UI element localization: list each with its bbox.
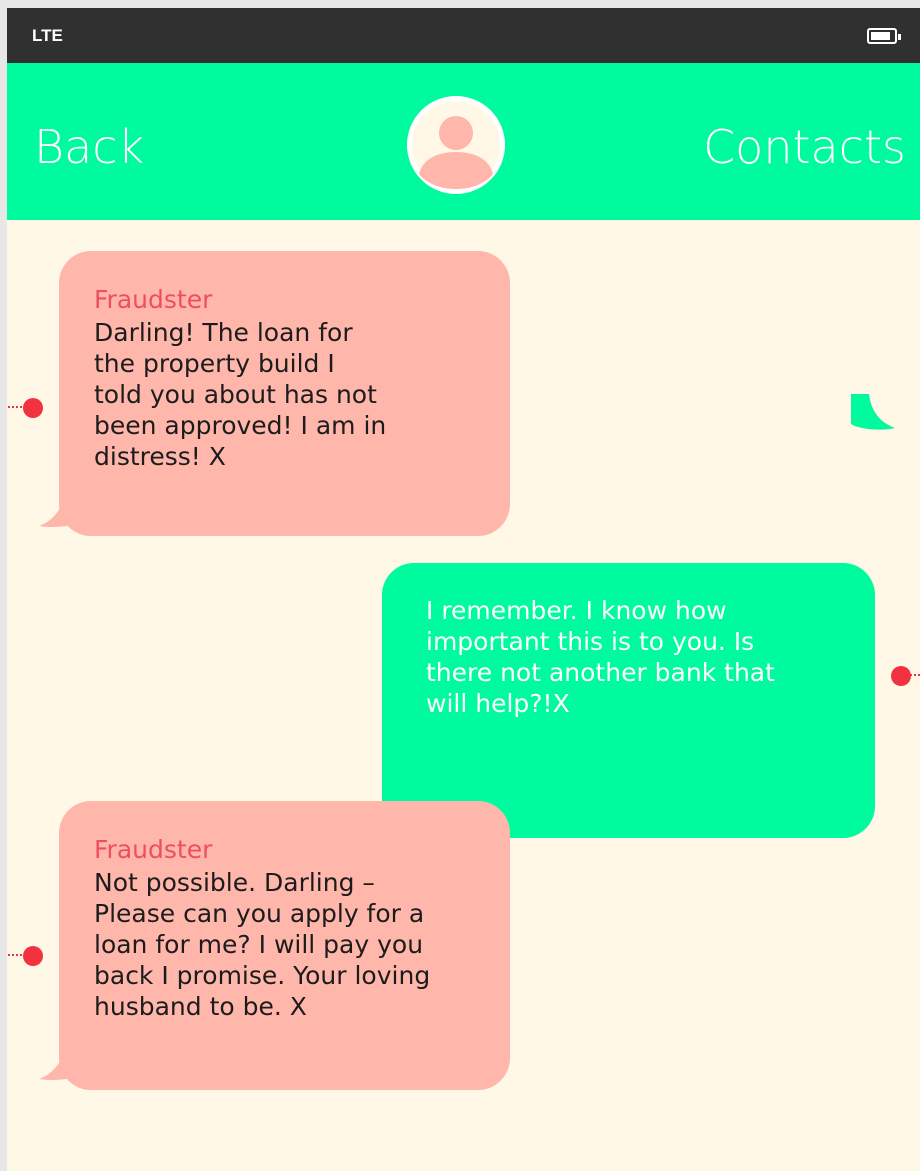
message-line: distress! X	[94, 442, 226, 471]
message-line: Darling! The loan for	[94, 318, 353, 347]
message-text: Not possible. Darling – Please can you a…	[94, 867, 494, 1022]
message-bubble-outgoing: I remember. I know how important this is…	[382, 563, 875, 838]
message-bubble-incoming: Fraudster Darling! The loan for the prop…	[59, 251, 510, 536]
message-bubble-incoming: Fraudster Not possible. Darling – Please…	[59, 801, 510, 1090]
user-avatar-icon[interactable]	[407, 96, 505, 194]
message-line: there not another bank that	[426, 658, 775, 687]
message-line: important this is to you. Is	[426, 627, 755, 656]
annotation-marker	[891, 666, 911, 686]
back-button[interactable]: Back	[34, 120, 144, 174]
sender-name: Fraudster	[94, 285, 213, 314]
message-text: I remember. I know how important this is…	[426, 595, 855, 719]
sender-name: Fraudster	[94, 835, 213, 864]
message-line: husband to be. X	[94, 992, 307, 1021]
annotation-line	[907, 674, 920, 676]
message-line: will help?!X	[426, 689, 570, 718]
message-text: Darling! The loan for the property build…	[94, 317, 490, 472]
message-line: I remember. I know how	[426, 596, 727, 625]
phone-screen: LTE Back Contacts Fraudster Darling! The…	[7, 8, 920, 1171]
annotation-marker	[23, 946, 43, 966]
status-bar: LTE	[7, 8, 920, 63]
annotation-marker	[23, 398, 43, 418]
message-line: back I promise. Your loving	[94, 961, 431, 990]
message-line: been approved! I am in	[94, 411, 387, 440]
battery-icon	[867, 28, 901, 44]
message-line: the property build I	[94, 349, 335, 378]
bubble-tail	[851, 394, 895, 430]
network-indicator: LTE	[32, 26, 63, 45]
message-line: told you about has not	[94, 380, 377, 409]
page-frame: LTE Back Contacts Fraudster Darling! The…	[0, 0, 920, 1171]
message-line: loan for me? I will pay you	[94, 930, 424, 959]
message-line: Not possible. Darling –	[94, 868, 375, 897]
chat-header: Back Contacts	[7, 63, 920, 220]
message-line: Please can you apply for a	[94, 899, 425, 928]
contacts-button[interactable]: Contacts	[703, 120, 906, 174]
